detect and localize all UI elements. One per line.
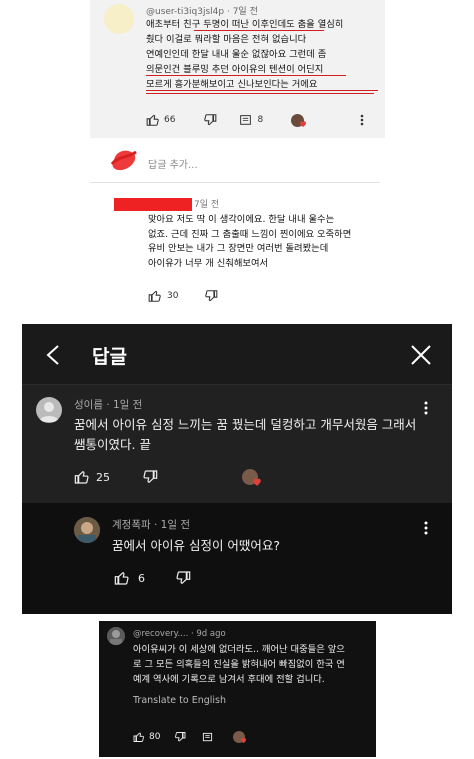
comment-actions: 25 bbox=[74, 469, 261, 486]
divider bbox=[90, 182, 380, 183]
red-underline bbox=[146, 90, 378, 92]
comment-actions: 30 bbox=[148, 289, 218, 303]
translate-link[interactable]: Translate to English bbox=[133, 695, 226, 706]
add-reply-row[interactable]: 답글 추가... bbox=[104, 146, 334, 176]
red-underline bbox=[146, 75, 346, 77]
redacted-username bbox=[114, 198, 192, 211]
avatar[interactable] bbox=[107, 627, 125, 645]
dislike-button[interactable] bbox=[203, 113, 217, 127]
dislike-button[interactable] bbox=[204, 289, 218, 303]
comment-meta: 계정폭파 · 1일 전 bbox=[112, 519, 190, 531]
thumbs-down-icon bbox=[176, 571, 191, 584]
reply-comment: 계정폭파 · 1일 전 꿈에서 아이유 심정이 어땠어요? 6 bbox=[22, 503, 452, 614]
redacted-avatar-scribble bbox=[110, 150, 137, 171]
comment-meta: 7일 전 bbox=[194, 200, 220, 210]
comment-icon bbox=[203, 732, 213, 741]
comment-line: 예계 역사에 기록으로 남겨서 후대에 전할 겁니다. bbox=[133, 674, 325, 685]
thumbs-up-icon bbox=[146, 114, 159, 126]
reply-button[interactable] bbox=[202, 732, 213, 743]
thumbs-up-icon bbox=[114, 572, 129, 585]
like-button[interactable]: 30 bbox=[148, 289, 178, 303]
comment-icon bbox=[240, 114, 252, 125]
thumbs-up-icon bbox=[148, 290, 161, 302]
reply-input[interactable]: 답글 추가... bbox=[148, 156, 198, 171]
thumbs-down-icon bbox=[143, 470, 158, 483]
avatar[interactable] bbox=[74, 517, 100, 543]
red-underline bbox=[194, 30, 324, 32]
avatar[interactable] bbox=[104, 4, 134, 34]
like-count: 30 bbox=[167, 291, 179, 301]
more-options-button[interactable] bbox=[424, 521, 428, 535]
comment-card-1: @user-ti3iq3jsl4p · 7일 전 애초부터 친구 두명이 떠난 … bbox=[90, 0, 385, 138]
parent-comment: 성이름 · 1일 전 꿈에서 아이유 심정 느끼는 꿈 꿨는데 덜컹하고 개무서… bbox=[22, 385, 452, 503]
thumbs-up-icon bbox=[74, 471, 89, 484]
comment-line: 로 그 모든 의혹들의 진실을 밝혀내어 빠짐없이 한국 연 bbox=[133, 659, 345, 670]
heart-icon bbox=[253, 478, 261, 486]
comment-line: 아이유씨가 이 세상에 없더라도.. 깨어난 대중들은 앞으 bbox=[133, 644, 345, 655]
reply-button[interactable]: 8 bbox=[239, 114, 263, 127]
comment-line: 유비 안보는 내가 그 장면만 여러번 돌려봤는데 bbox=[148, 243, 329, 254]
like-count: 80 bbox=[149, 732, 161, 742]
like-count: 66 bbox=[164, 115, 176, 125]
like-count: 6 bbox=[138, 571, 145, 585]
dislike-button[interactable] bbox=[175, 570, 191, 586]
default-user-icon bbox=[39, 402, 59, 422]
profile-photo-icon bbox=[107, 627, 125, 645]
comment-line: 연예인인데 한달 내내 울순 없잖아요 그런데 좀 bbox=[146, 49, 327, 60]
chevron-left-icon bbox=[46, 345, 59, 365]
comment-card-dark: @recovery.... · 9d ago 아이유씨가 이 세상에 없더라도.… bbox=[99, 621, 376, 757]
creator-heart bbox=[242, 469, 261, 486]
comment-text: 맞아요 저도 딱 이 생각이에요. 한달 내내 울수는 없죠. 근데 진짜 그 … bbox=[148, 213, 388, 271]
more-vert-icon bbox=[424, 401, 428, 415]
profile-photo-icon bbox=[74, 517, 100, 543]
dislike-button[interactable] bbox=[174, 731, 186, 743]
comment-actions: 80 bbox=[133, 731, 247, 744]
comment-line: 아이유가 너무 개 신춰해보여서 bbox=[148, 257, 269, 269]
page-title: 답글 bbox=[92, 346, 127, 368]
comment-line: 췄다 이걸로 뭐라할 마음은 전혀 없습니다 bbox=[146, 34, 307, 45]
creator-heart bbox=[233, 731, 247, 744]
close-icon bbox=[411, 345, 431, 365]
comment-line: 꿈에서 아이유 심정 느끼는 꿈 꿨는데 덜컹하고 개무서웠음 그래서 bbox=[74, 417, 417, 432]
creator-heart bbox=[291, 113, 307, 127]
comment-text: 애초부터 친구 두명이 떠난 이후인데도 춤을 열심히 췄다 이걸로 뭐라할 마… bbox=[146, 17, 378, 92]
thumbs-up-icon bbox=[133, 732, 144, 742]
heart-icon bbox=[300, 120, 307, 127]
comment-line: 쌤통이였다. 끝 bbox=[74, 437, 151, 452]
thumbs-down-icon bbox=[175, 732, 186, 742]
more-options-button[interactable] bbox=[360, 114, 364, 126]
comment-meta: 성이름 · 1일 전 bbox=[74, 399, 143, 411]
more-vert-icon bbox=[360, 114, 364, 126]
red-underline bbox=[146, 93, 374, 95]
thumbs-down-icon bbox=[205, 290, 218, 302]
comment-actions: 6 bbox=[114, 570, 191, 586]
comment-line: 맞아요 저도 딱 이 생각이에요. 한달 내내 울수는 bbox=[148, 214, 335, 225]
comment-text: 아이유씨가 이 세상에 없더라도.. 깨어난 대중들은 앞으 로 그 모든 의혹… bbox=[133, 642, 369, 687]
reply-card: 7일 전 맞아요 저도 딱 이 생각이에요. 한달 내내 울수는 없죠. 근데 … bbox=[114, 192, 390, 312]
replies-header bbox=[22, 324, 452, 384]
comment-text: 꿈에서 아이유 심정이 어땠어요? bbox=[112, 538, 281, 553]
close-button[interactable] bbox=[410, 344, 432, 366]
comment-meta: @user-ti3iq3jsl4p · 7일 전 bbox=[146, 7, 258, 17]
like-count: 25 bbox=[96, 470, 110, 484]
replies-panel: 답글 성이름 · 1일 전 꿈에서 아이유 심정 느끼는 꿈 꿨는데 덜컹하고 … bbox=[22, 324, 452, 614]
comment-line: 없죠. 근데 진짜 그 춤출때 느낌이 찐이에요 오죽하면 bbox=[148, 228, 352, 240]
dislike-button[interactable] bbox=[142, 469, 158, 485]
reply-count: 8 bbox=[257, 115, 264, 125]
like-button[interactable]: 66 bbox=[146, 113, 175, 127]
like-button[interactable]: 80 bbox=[133, 731, 160, 743]
back-button[interactable] bbox=[44, 344, 62, 366]
comment-text: 꿈에서 아이유 심정 느끼는 꿈 꿨는데 덜컹하고 개무서웠음 그래서 쌤통이였… bbox=[74, 415, 424, 455]
heart-icon bbox=[241, 738, 247, 744]
like-button[interactable]: 25 bbox=[74, 469, 110, 485]
thumbs-down-icon bbox=[204, 114, 217, 126]
comment-meta: @recovery.... · 9d ago bbox=[133, 629, 226, 639]
more-vert-icon bbox=[424, 521, 428, 535]
avatar[interactable] bbox=[36, 397, 62, 423]
more-options-button[interactable] bbox=[424, 401, 428, 415]
like-button[interactable]: 6 bbox=[114, 570, 145, 586]
comment-actions: 66 8 bbox=[146, 112, 364, 128]
